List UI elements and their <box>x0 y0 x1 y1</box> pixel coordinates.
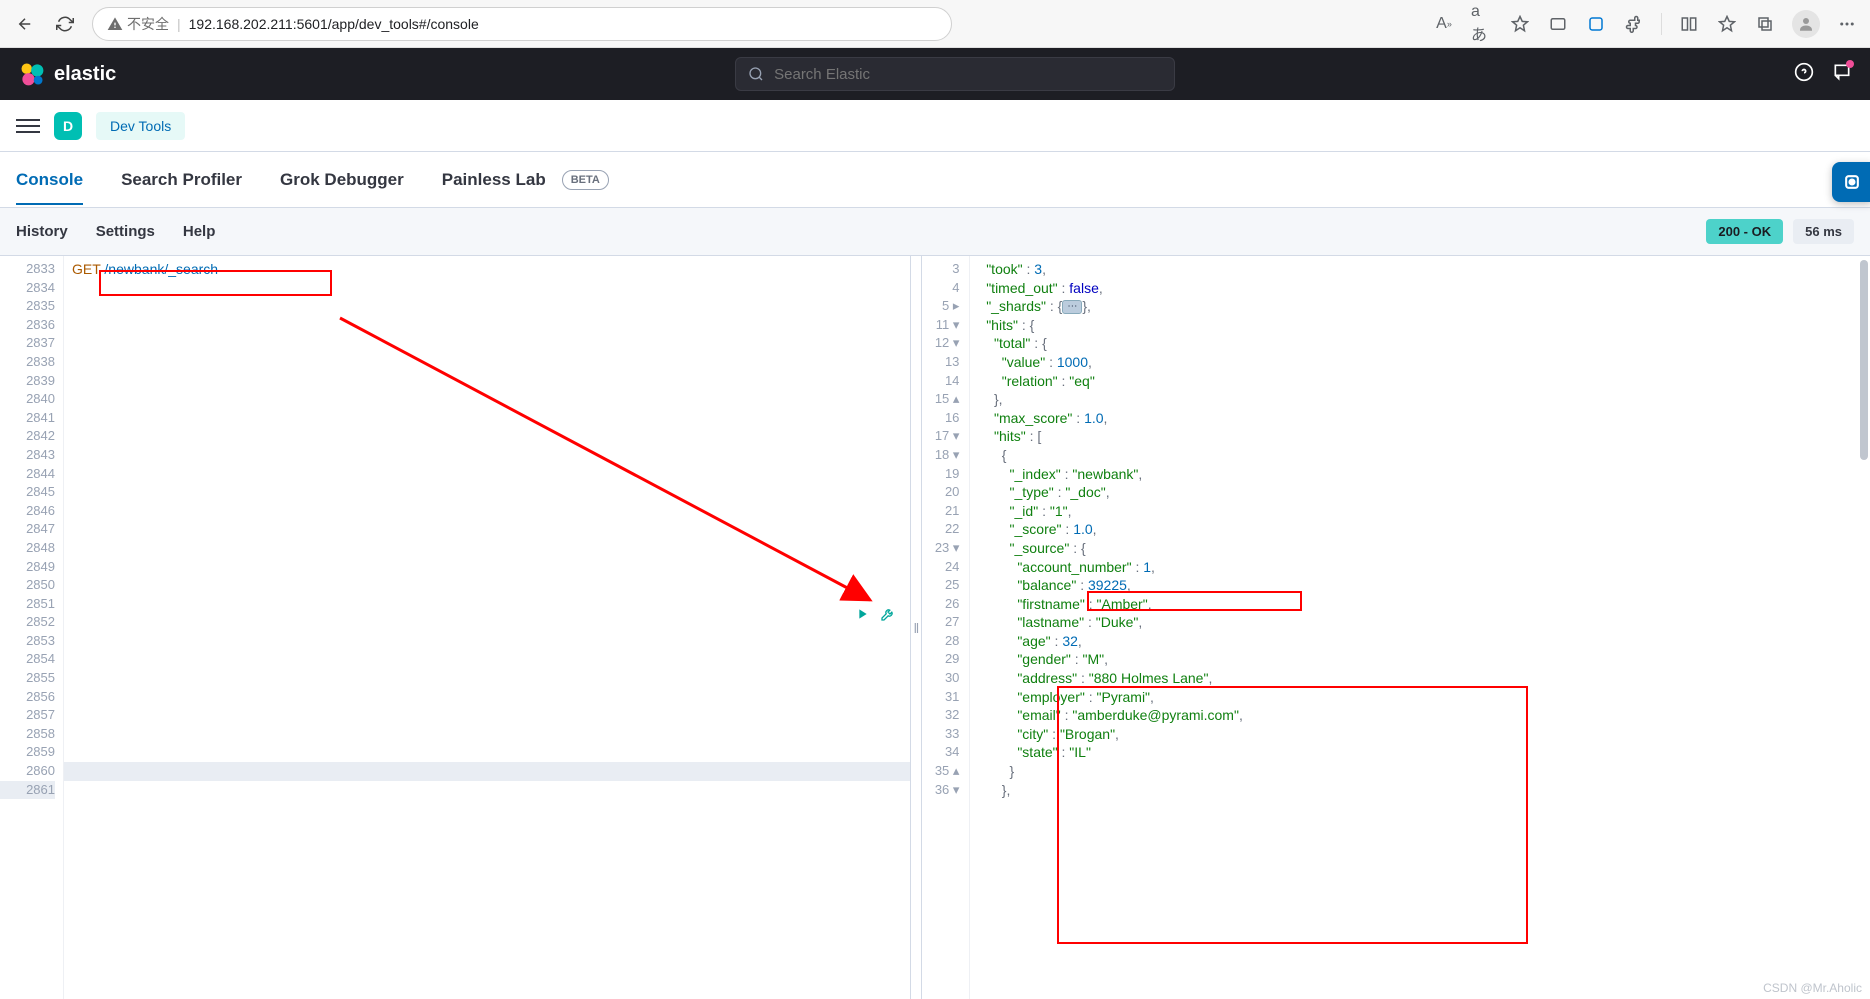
devtools-tabs: Console Search Profiler Grok Debugger Pa… <box>0 152 1870 208</box>
side-fab[interactable] <box>1832 162 1870 202</box>
browser-toolbar: 不安全 | 192.168.202.211:5601/app/dev_tools… <box>0 0 1870 48</box>
space-badge[interactable]: D <box>54 112 82 140</box>
status-badge: 200 - OK <box>1706 219 1783 244</box>
addr-separator: | <box>177 16 181 32</box>
elastic-header: elastic <box>0 48 1870 100</box>
run-buttons <box>854 606 896 627</box>
insecure-icon: 不安全 <box>107 14 169 34</box>
translate-icon[interactable]: aあ <box>1471 13 1493 35</box>
media-icon[interactable] <box>1547 13 1569 35</box>
more-icon[interactable] <box>1836 13 1858 35</box>
help-icon[interactable] <box>1794 62 1814 87</box>
time-badge: 56 ms <box>1793 219 1854 244</box>
url-text: 192.168.202.211:5601/app/dev_tools#/cons… <box>189 16 479 32</box>
splitter[interactable]: ‖ <box>910 256 922 999</box>
search-input[interactable] <box>774 66 1162 83</box>
breadcrumb-devtools[interactable]: Dev Tools <box>96 112 185 140</box>
tab-search-profiler[interactable]: Search Profiler <box>121 156 242 204</box>
text-size-icon[interactable]: A» <box>1433 13 1455 35</box>
logo-mark-icon <box>18 60 46 88</box>
tab-console[interactable]: Console <box>16 156 83 204</box>
global-search[interactable] <box>735 57 1175 91</box>
header-right <box>1794 62 1852 87</box>
history-link[interactable]: History <box>16 223 68 240</box>
beta-badge: BETA <box>562 170 609 190</box>
request-gutter: 2833283428352836283728382839284028412842… <box>0 256 64 999</box>
collections2-icon[interactable] <box>1754 13 1776 35</box>
split-icon[interactable] <box>1678 13 1700 35</box>
response-viewer[interactable]: "took" : 3, "timed_out" : false, "_shard… <box>970 256 1870 999</box>
help-link[interactable]: Help <box>183 223 216 240</box>
tab-grok-debugger[interactable]: Grok Debugger <box>280 156 404 204</box>
extensions-icon[interactable] <box>1623 13 1645 35</box>
insecure-label: 不安全 <box>127 14 169 34</box>
favorites-bar-icon[interactable] <box>1716 13 1738 35</box>
search-icon <box>748 66 764 82</box>
request-editor[interactable]: GET /newbank/_search <box>64 256 910 999</box>
menu-button[interactable] <box>16 114 40 138</box>
response-gutter: 345 ▸11 ▾12 ▾131415 ▴1617 ▾18 ▾192021222… <box>922 256 970 999</box>
elastic-logo[interactable]: elastic <box>18 60 116 88</box>
back-button[interactable] <box>12 11 38 37</box>
address-bar[interactable]: 不安全 | 192.168.202.211:5601/app/dev_tools… <box>92 7 952 41</box>
collections-icon[interactable] <box>1585 13 1607 35</box>
run-icon[interactable] <box>854 606 870 627</box>
watermark: CSDN @Mr.Aholic <box>1763 981 1862 995</box>
brand-text: elastic <box>54 63 116 86</box>
refresh-button[interactable] <box>52 11 78 37</box>
response-pane: 345 ▸11 ▾12 ▾131415 ▴1617 ▾18 ▾192021222… <box>922 256 1870 999</box>
settings-link[interactable]: Settings <box>96 223 155 240</box>
favorite-icon[interactable] <box>1509 13 1531 35</box>
nav-bar: D Dev Tools <box>0 100 1870 152</box>
request-pane: 2833283428352836283728382839284028412842… <box>0 256 910 999</box>
tab-painless-lab[interactable]: Painless Lab <box>442 156 546 204</box>
news-icon[interactable] <box>1832 62 1852 87</box>
profile-avatar[interactable] <box>1792 10 1820 38</box>
browser-right-icons: A» aあ <box>1433 10 1858 38</box>
console-toolbar: History Settings Help 200 - OK 56 ms <box>0 208 1870 256</box>
wrench-icon[interactable] <box>880 606 896 627</box>
scrollbar[interactable] <box>1860 260 1868 460</box>
editor-split: 2833283428352836283728382839284028412842… <box>0 256 1870 999</box>
